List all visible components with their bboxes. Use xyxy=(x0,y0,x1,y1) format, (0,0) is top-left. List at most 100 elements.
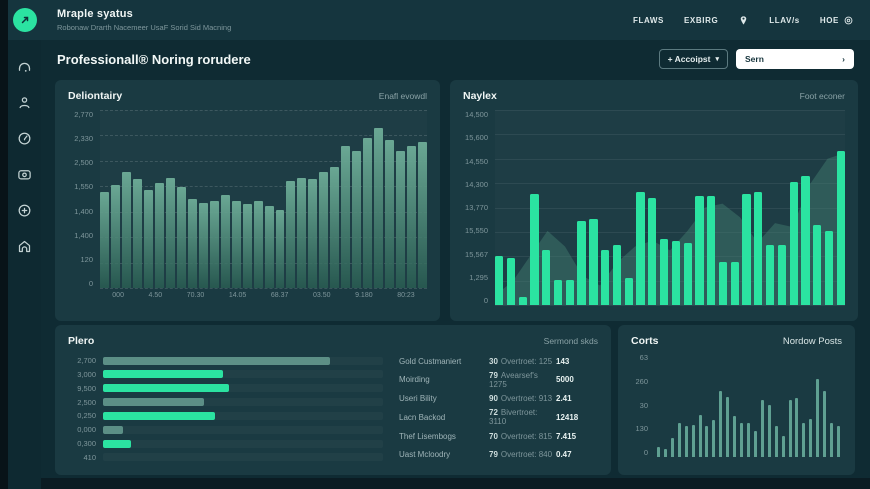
bar xyxy=(837,151,845,305)
bar xyxy=(232,201,241,288)
nav-item-hoe[interactable]: HOE xyxy=(820,16,839,25)
bar xyxy=(695,196,703,305)
row-detail: 79Avearsef's 1275 xyxy=(489,371,556,389)
bar xyxy=(823,391,826,457)
bar xyxy=(782,436,785,457)
bar xyxy=(789,400,792,457)
thin-bars xyxy=(655,353,842,457)
axis-label: 03.50 xyxy=(313,292,331,299)
bar xyxy=(813,225,821,305)
axis-label: 68.37 xyxy=(271,292,289,299)
axis-label: 9.180 xyxy=(355,292,373,299)
bar xyxy=(601,250,609,305)
page-title: Professionall® Noring rorudere xyxy=(57,52,251,67)
bar xyxy=(816,379,819,457)
axis-label: 14.05 xyxy=(229,292,247,299)
panel-corts: Corts Nordow Posts 63260301300 xyxy=(618,325,855,475)
user-icon[interactable] xyxy=(17,95,32,110)
hbar-chart: 2,7003,0009,5002,5000,2500,0000,300410 xyxy=(68,351,383,463)
bar xyxy=(122,172,131,288)
hbar-row: 9,500 xyxy=(68,383,383,394)
bar xyxy=(199,203,208,288)
home-icon[interactable] xyxy=(17,239,32,254)
bar xyxy=(166,178,175,288)
nav-item-exbirg[interactable]: EXBIRG xyxy=(684,16,718,25)
row-name: Useri Bility xyxy=(399,394,489,403)
pen-arrow-icon xyxy=(19,14,31,26)
row-name: Uast Mcloodry xyxy=(399,450,489,459)
brand-block: Mraple syatus Robonaw Drarth Nacemeer Us… xyxy=(57,8,231,32)
hbar-row: 0,300 xyxy=(68,438,383,449)
row-value: 12418 xyxy=(556,413,598,422)
bar xyxy=(495,256,503,305)
hbar-row: 0,250 xyxy=(68,410,383,421)
bar xyxy=(577,221,585,305)
x-axis-labels: 0004.5070.3014.0568.3703.509.18080:23 xyxy=(68,292,427,299)
bar xyxy=(177,187,186,288)
send-button-label: Sern xyxy=(745,54,764,64)
screen-icon[interactable] xyxy=(17,167,32,182)
bar xyxy=(286,181,295,288)
bar xyxy=(766,245,774,305)
location-pin-icon[interactable] xyxy=(738,15,749,26)
y-axis-labels: 2,7702,3302,5001,5501,4001,4001200 xyxy=(68,110,100,288)
row-detail: 79Overtroet: 840 xyxy=(489,450,556,459)
bar xyxy=(613,245,621,305)
send-button[interactable]: Sern › xyxy=(736,49,854,69)
bar xyxy=(707,196,715,305)
bar xyxy=(664,449,667,457)
axis-label: 13,770 xyxy=(465,203,488,212)
thin-bar-plot xyxy=(655,353,842,457)
table-row: Gold Custmaniert30Overtroet: 125143 xyxy=(399,353,598,369)
axis-label: 2,770 xyxy=(74,110,93,119)
gear-icon[interactable] xyxy=(843,15,854,26)
row-number: 70 xyxy=(489,432,498,441)
table-title: Sermond skds xyxy=(544,336,598,346)
hbar-row: 2,700 xyxy=(68,355,383,366)
headset-icon[interactable] xyxy=(17,59,32,74)
axis-label: 15,600 xyxy=(465,133,488,142)
axis-label: 1,550 xyxy=(74,182,93,191)
hbar-track xyxy=(103,398,383,406)
bar xyxy=(754,192,762,305)
axis-label: 0 xyxy=(89,279,93,288)
panel-title: Naylex xyxy=(463,90,497,102)
nav-item-flaws[interactable]: FLAWS xyxy=(633,16,664,25)
bar xyxy=(657,447,660,457)
grid-line xyxy=(495,305,845,306)
logo-button[interactable] xyxy=(13,8,37,32)
bar xyxy=(719,391,722,457)
row-detail: 30Overtroet: 125 xyxy=(489,357,556,366)
hbar-label: 0,000 xyxy=(68,425,96,434)
bar xyxy=(155,183,164,288)
axis-label: 63 xyxy=(640,353,648,362)
row-name: Lacn Backod xyxy=(399,413,489,422)
plus-circle-icon[interactable] xyxy=(17,203,32,218)
axis-label: 14,550 xyxy=(465,157,488,166)
axis-label: 15,567 xyxy=(465,250,488,259)
bar xyxy=(731,262,739,305)
nav-item-llavs[interactable]: LLAV/s xyxy=(769,16,800,25)
bar xyxy=(684,243,692,305)
accept-button[interactable]: + Accoipst ▾ xyxy=(659,49,728,69)
axis-label: 1,400 xyxy=(74,207,93,216)
bar xyxy=(672,241,680,305)
row-detail: 70Overtroet: 815 xyxy=(489,432,556,441)
table-row: Useri Bility90Overtroet: 9132.41 xyxy=(399,391,598,407)
panel-plero-sermond: Plero Sermond skds 2,7003,0009,5002,5000… xyxy=(55,325,611,475)
chevron-right-icon: › xyxy=(842,54,845,64)
panel-naylex: Naylex Foot econer 14,50015,60014,55014,… xyxy=(450,80,858,321)
bar xyxy=(837,426,840,457)
bar xyxy=(243,204,252,288)
hbar-fill xyxy=(103,384,229,392)
table-row: Moirding79Avearsef's 12755000 xyxy=(399,372,598,388)
axis-label: 30 xyxy=(640,401,648,410)
gauge-icon[interactable] xyxy=(17,131,32,146)
bar xyxy=(801,176,809,305)
row-number: 30 xyxy=(489,357,498,366)
hbar-track xyxy=(103,426,383,434)
hbar-fill xyxy=(103,440,131,448)
app-subtitle: Robonaw Drarth Nacemeer UsaF Sorid Sid M… xyxy=(57,23,231,32)
axis-label: 2,500 xyxy=(74,158,93,167)
hbar-label: 9,500 xyxy=(68,384,96,393)
